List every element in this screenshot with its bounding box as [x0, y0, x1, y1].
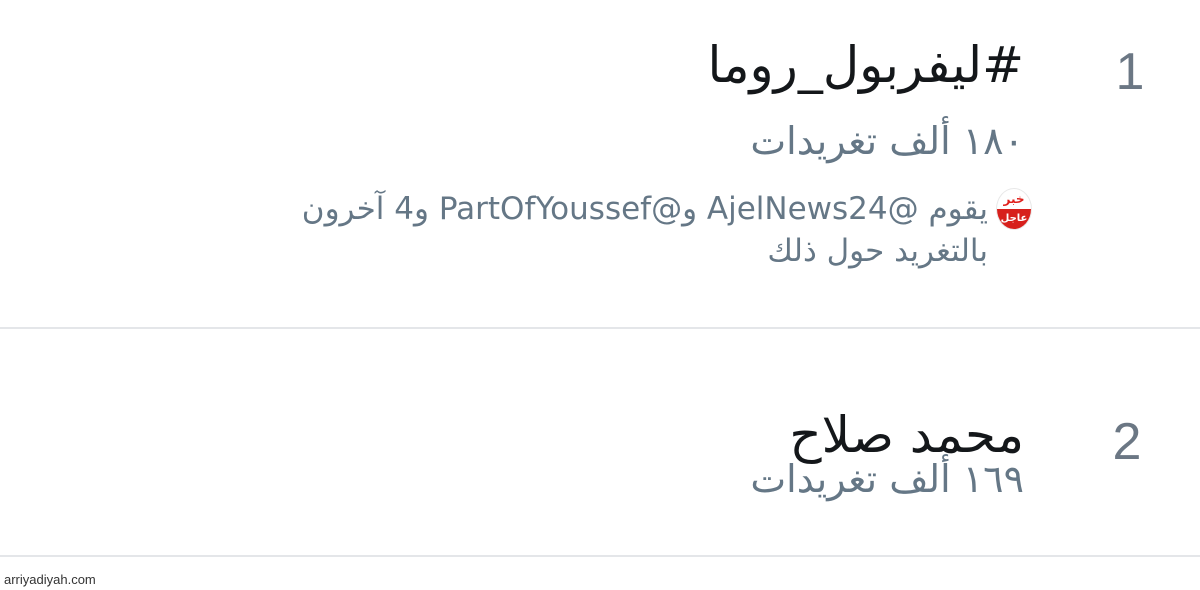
trend-context: خبر عاجل يقوم @AjelNews24 و@PartOfYousse… [122, 188, 1032, 288]
trend-rank: 1 [1115, 43, 1145, 101]
trend-item-2[interactable]: 2 محمد صلاح ١٦٩ ألف تغريدات [0, 330, 1200, 555]
trend-topic[interactable]: #ليفربول_روما [708, 38, 1024, 93]
trend-topic[interactable]: محمد صلاح [789, 408, 1024, 463]
avatar: خبر عاجل [996, 188, 1032, 230]
trend-context-text: يقوم @AjelNews24 و@PartOfYoussef و4 آخرو… [122, 188, 988, 272]
divider [0, 327, 1200, 329]
context-line-1: يقوم @AjelNews24 و@PartOfYoussef و4 آخرو… [301, 191, 988, 227]
trend-rank: 2 [1112, 413, 1142, 471]
context-line-2: بالتغريد حول ذلك [767, 233, 988, 269]
trend-item-1[interactable]: 1 #ليفربول_روما ١٨٠ ألف تغريدات خبر عاجل… [0, 0, 1200, 328]
avatar-label-bottom: عاجل [997, 209, 1031, 229]
divider [0, 555, 1200, 557]
trend-tweet-count: ١٨٠ ألف تغريدات [750, 119, 1024, 163]
watermark: arriyadiyah.com [4, 572, 96, 587]
trend-tweet-count: ١٦٩ ألف تغريدات [750, 457, 1024, 501]
trends-page: 1 #ليفربول_روما ١٨٠ ألف تغريدات خبر عاجل… [0, 0, 1200, 590]
avatar-label-top: خبر [1003, 192, 1025, 206]
